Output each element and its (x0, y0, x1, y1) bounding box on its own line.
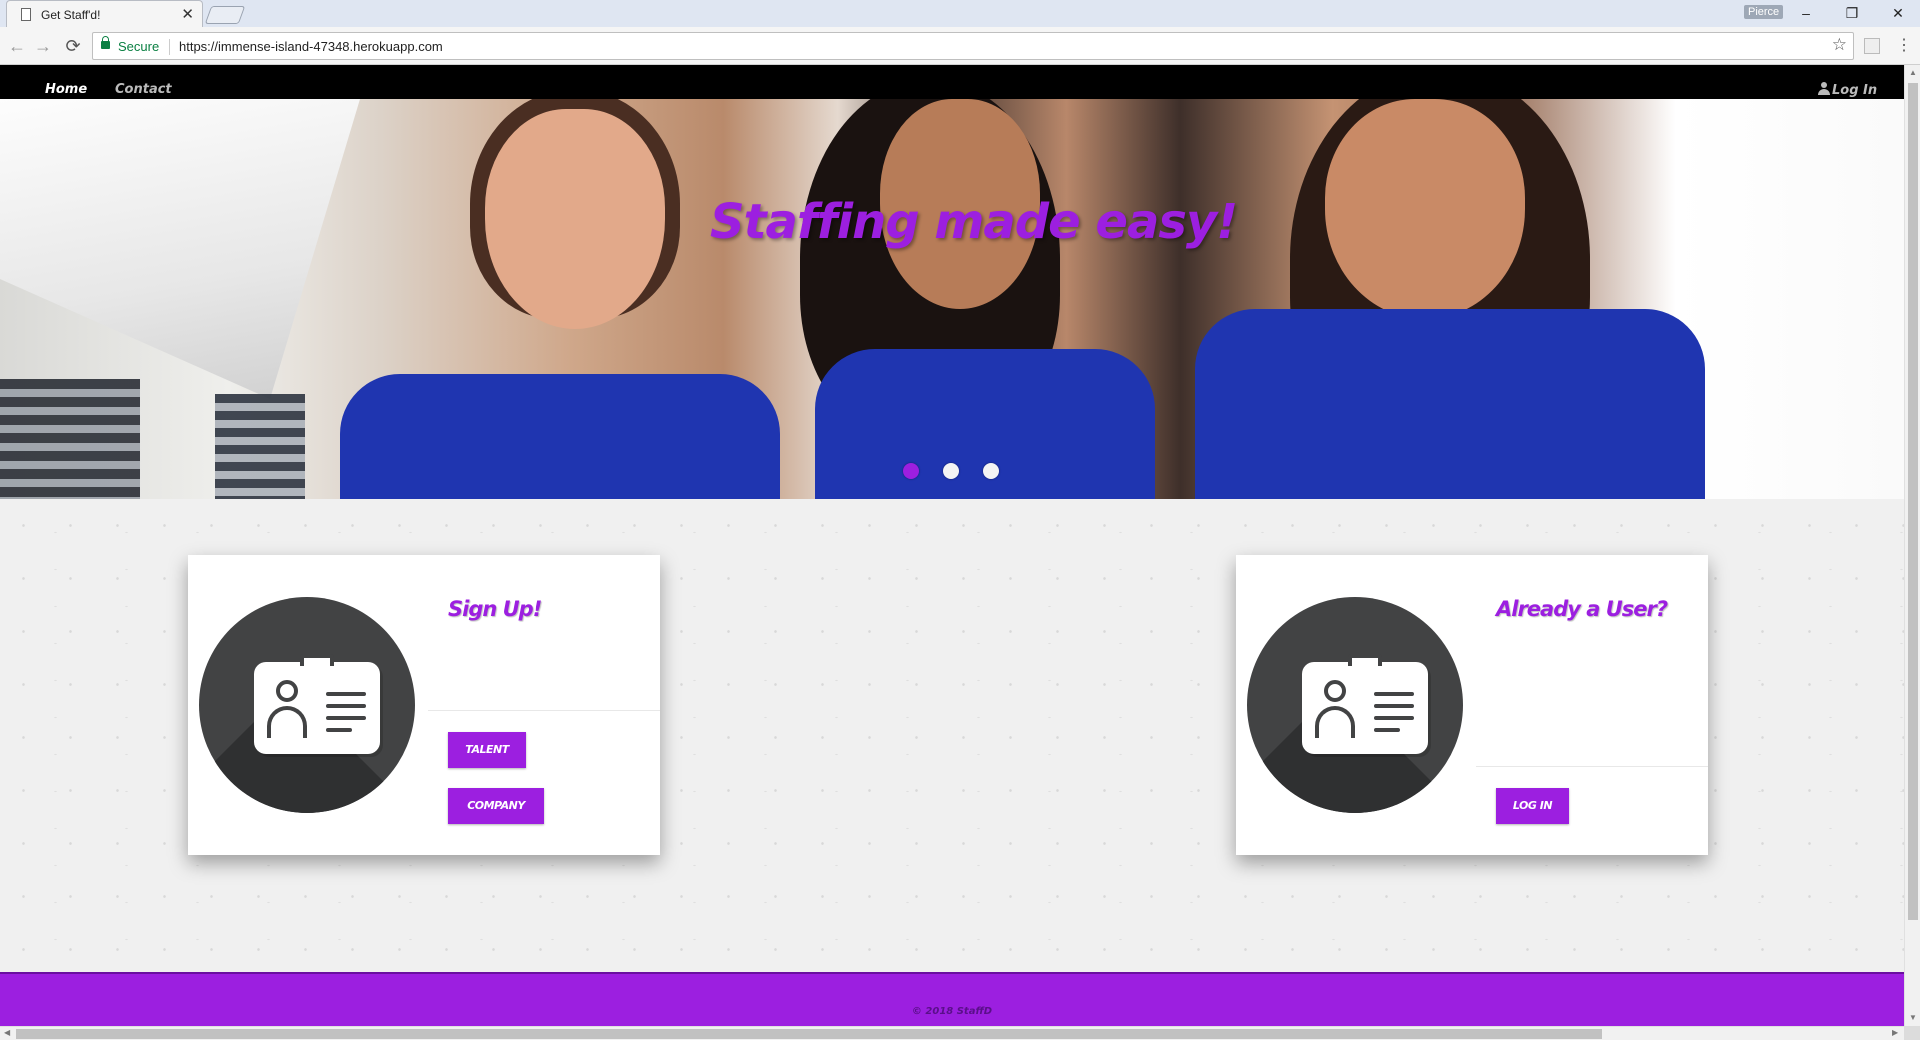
signup-card: Sign Up! TALENT COMPANY (188, 555, 660, 855)
restore-button[interactable]: ❐ (1832, 2, 1872, 24)
minimize-button[interactable]: – (1786, 2, 1826, 24)
secure-label: Secure (118, 39, 160, 54)
nav-login-label: Log In (1832, 83, 1878, 98)
user-icon (1818, 82, 1830, 95)
scroll-up-arrow-icon[interactable]: ▲ (1909, 68, 1917, 77)
hero-photo-dress (1195, 309, 1705, 499)
page-icon (21, 8, 31, 21)
nav-home-link[interactable]: Home (45, 82, 87, 97)
lock-icon (101, 36, 110, 49)
scroll-left-arrow-icon[interactable]: ◀ (4, 1028, 10, 1037)
new-tab-button[interactable] (204, 6, 246, 24)
hero-carousel: Staffing made easy! (0, 99, 1904, 499)
address-bar[interactable]: Secure https://immense-island-47348.hero… (92, 32, 1854, 60)
hero-title: Staffing made easy! (710, 194, 1238, 250)
browser-menu-icon[interactable]: ⋮ (1896, 36, 1912, 56)
url-text[interactable]: https://immense-island-47348.herokuapp.c… (179, 39, 443, 54)
company-signup-button[interactable]: COMPANY (448, 788, 544, 824)
profile-name[interactable]: Pierce (1744, 5, 1784, 19)
existing-user-title: Already a User? (1496, 597, 1668, 621)
scroll-down-arrow-icon[interactable]: ▼ (1909, 1013, 1917, 1022)
hero-photo-face (1325, 99, 1525, 319)
browser-titlebar: Get Staff'd! ✕ Pierce – ❐ ✕ (0, 0, 1920, 28)
extension-icon[interactable] (1864, 38, 1880, 54)
id-badge-icon (1247, 597, 1463, 813)
vertical-scroll-thumb[interactable] (1908, 83, 1918, 920)
hero-photo-chair (0, 379, 140, 499)
card-divider (1476, 766, 1708, 767)
nav-contact-link[interactable]: Contact (115, 82, 172, 97)
hero-photo-chair (215, 394, 305, 499)
tab-close-icon[interactable]: ✕ (181, 5, 194, 23)
bookmark-star-icon[interactable]: ☆ (1832, 35, 1847, 55)
carousel-dot-3[interactable] (983, 463, 999, 479)
carousel-dot-1[interactable] (903, 463, 919, 479)
nav-login-link[interactable]: Log In (1818, 82, 1877, 98)
horizontal-scroll-thumb[interactable] (16, 1029, 1602, 1039)
browser-tab[interactable]: Get Staff'd! ✕ (6, 0, 203, 28)
address-separator (169, 39, 170, 55)
carousel-dot-2[interactable] (943, 463, 959, 479)
reload-icon[interactable]: ⟳ (62, 35, 84, 57)
browser-toolbar: ← → ⟳ Secure https://immense-island-4734… (0, 27, 1920, 65)
page-viewport: Home Contact Log In Staffing made easy! (0, 65, 1904, 1026)
login-button[interactable]: LOG IN (1496, 788, 1569, 824)
scrollbar-corner (1904, 1026, 1920, 1040)
hero-photo-awning (0, 99, 360, 399)
site-footer: © 2018 StaffD (0, 972, 1904, 1026)
card-divider (428, 710, 660, 711)
vertical-scrollbar[interactable]: ▲ ▼ (1904, 65, 1920, 1026)
site-navbar: Home Contact Log In (0, 65, 1904, 99)
hero-photo-face (485, 109, 665, 329)
back-icon[interactable]: ← (6, 35, 28, 57)
forward-icon[interactable]: → (32, 35, 54, 57)
hero-photo-dress (340, 374, 780, 499)
id-badge-icon (199, 597, 415, 813)
signup-title: Sign Up! (448, 597, 542, 621)
tab-title: Get Staff'd! (41, 8, 101, 22)
login-card: Already a User? LOG IN (1236, 555, 1708, 855)
talent-signup-button[interactable]: TALENT (448, 732, 526, 768)
footer-copyright: © 2018 StaffD (911, 1006, 993, 1017)
horizontal-scrollbar[interactable]: ◀ ▶ (0, 1026, 1904, 1040)
scroll-right-arrow-icon[interactable]: ▶ (1892, 1028, 1898, 1037)
close-window-button[interactable]: ✕ (1878, 2, 1918, 24)
